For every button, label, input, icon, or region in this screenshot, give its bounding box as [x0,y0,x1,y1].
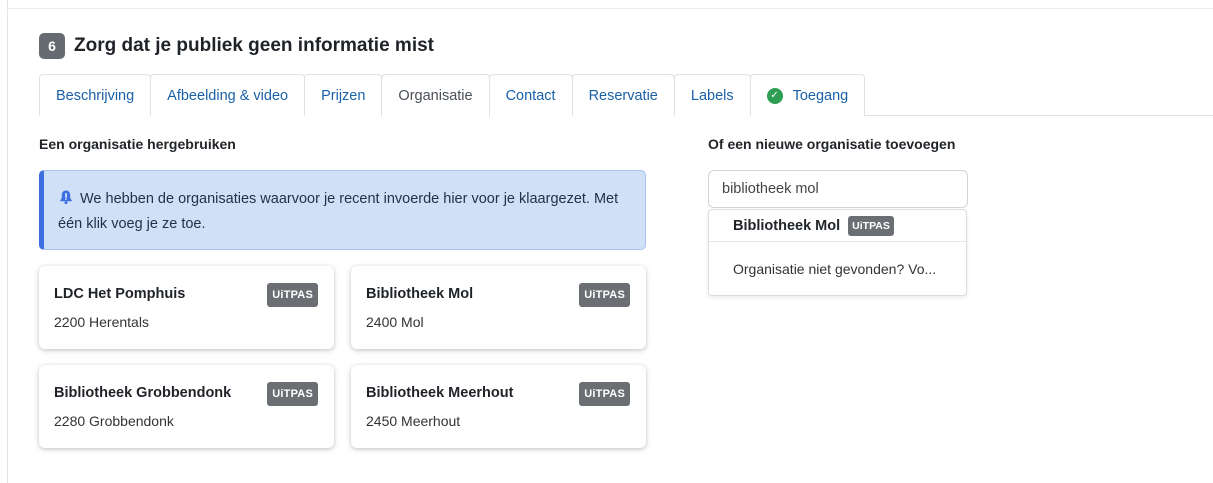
uitpas-badge: UiTPAS [848,215,894,236]
uitpas-badge: UiTPAS [267,382,318,406]
org-card[interactable]: LDC Het Pomphuis 2200 Herentals UiTPAS [39,266,334,349]
frame-border-left [7,0,8,483]
tab-contact[interactable]: Contact [488,74,573,116]
tab-toegang[interactable]: ✓ Toegang [749,74,866,116]
check-circle-icon: ✓ [766,87,783,104]
org-card[interactable]: Bibliotheek Grobbendonk 2280 Grobbendonk… [39,365,334,448]
search-suggestions: Bibliotheek Mol UiTPAS Organisatie niet … [708,209,967,296]
uitpas-badge: UiTPAS [579,283,630,307]
tab-toegang-label: Toegang [792,87,849,104]
tab-labels[interactable]: Labels [673,74,751,116]
tab-afbeelding-video[interactable]: Afbeelding & video [150,74,306,116]
suggestion-not-found[interactable]: Organisatie niet gevonden? Vo... [709,242,966,296]
new-org-heading: Of een nieuwe organisatie toevoegen [708,136,956,152]
suggestion-item[interactable]: Bibliotheek Mol UiTPAS [709,210,966,242]
step-title: Zorg dat je publiek geen informatie mist [74,35,434,56]
reuse-heading: Een organisatie hergebruiken [39,136,236,152]
uitpas-badge: UiTPAS [267,283,318,307]
organisation-search-input[interactable] [708,170,968,208]
org-card-location: 2200 Herentals [54,314,149,330]
alert-text: We hebben de organisaties waarvoor je re… [58,191,619,232]
org-card-location: 2280 Grobbendonk [54,413,174,429]
suggestion-name: Bibliotheek Mol [733,217,841,234]
tab-prijzen[interactable]: Prijzen [304,74,383,116]
tab-reservatie[interactable]: Reservatie [571,74,675,116]
bell-icon [60,190,72,205]
org-card-location: 2400 Mol [366,314,424,330]
tab-bar: Beschrijving Afbeelding & video Prijzen … [39,74,1213,117]
org-card[interactable]: Bibliotheek Mol 2400 Mol UiTPAS [351,266,646,349]
step-number-badge: 6 [39,33,65,59]
org-card[interactable]: Bibliotheek Meerhout 2450 Meerhout UiTPA… [351,365,646,448]
org-card-location: 2450 Meerhout [366,413,461,429]
step-header: 6 Zorg dat je publiek geen informatie mi… [39,33,434,59]
info-alert: We hebben de organisaties waarvoor je re… [39,170,646,250]
frame-border-top [7,8,1213,9]
tab-organisatie[interactable]: Organisatie [381,74,490,117]
tab-beschrijving[interactable]: Beschrijving [39,74,152,116]
uitpas-badge: UiTPAS [579,382,630,406]
